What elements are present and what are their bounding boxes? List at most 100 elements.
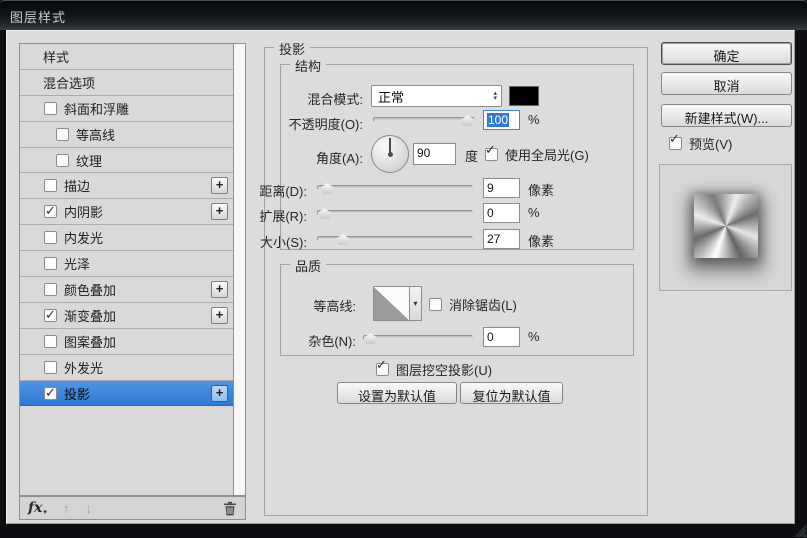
blend-mode-select[interactable]: 正常 ▴ ▾ (371, 85, 502, 107)
spread-slider[interactable] (317, 210, 473, 215)
spread-input[interactable]: 0 (483, 203, 520, 223)
group-title: 结构 (290, 56, 326, 75)
item-label: 斜面和浮雕 (64, 99, 129, 118)
sidebar-item-outer-glow[interactable]: 外发光 (20, 355, 233, 381)
reset-default-button[interactable]: 复位为默认值 (460, 382, 563, 404)
size-slider[interactable] (317, 236, 473, 241)
cancel-button[interactable]: 取消 (661, 72, 792, 95)
size-input[interactable]: 27 (483, 229, 520, 249)
use-global-light-label: 使用全局光(G) (505, 145, 589, 164)
contour-picker[interactable]: ▾ (373, 286, 422, 321)
move-down-icon[interactable]: ↓ (85, 501, 92, 516)
checkbox[interactable] (669, 137, 682, 150)
anti-alias-option[interactable]: 消除锯齿(L) (429, 295, 517, 314)
drop-shadow-group: 投影 结构 混合模式: 正常 ▴ ▾ 不透明度(O): (264, 47, 648, 516)
shadow-color-swatch[interactable] (509, 86, 539, 106)
checkbox[interactable] (44, 309, 57, 322)
spread-label: 扩展(R): (259, 206, 307, 225)
sidebar-item-satin[interactable]: 光泽 (20, 251, 233, 277)
checkbox[interactable] (376, 363, 389, 376)
size-unit: 像素 (528, 231, 554, 250)
delete-effect-icon[interactable] (223, 501, 237, 516)
sidebar-item-stroke[interactable]: 描边 + (20, 173, 233, 199)
checkbox[interactable] (56, 128, 69, 141)
checkbox[interactable] (44, 387, 57, 400)
structure-group: 结构 混合模式: 正常 ▴ ▾ 不透明度(O): 100 (280, 64, 634, 250)
add-instance-button[interactable]: + (211, 385, 228, 402)
checkbox[interactable] (429, 298, 442, 311)
checkbox[interactable] (56, 154, 69, 167)
quality-group: 品质 等高线: ▾ 消除锯齿(L) 杂色(N): 0 % (280, 264, 634, 356)
ok-button[interactable]: 确定 (661, 42, 792, 65)
dialog-title: 图层样式 (10, 7, 66, 26)
checkbox[interactable] (44, 257, 57, 270)
item-label: 描边 (64, 176, 90, 195)
sidebar-item-gradient-overlay[interactable]: 渐变叠加 + (20, 303, 233, 329)
item-label: 外发光 (64, 358, 103, 377)
sidebar-item-styles[interactable]: 样式 (20, 44, 233, 70)
new-style-button[interactable]: 新建样式(W)... (661, 104, 792, 127)
item-label: 纹理 (76, 151, 102, 170)
checkbox[interactable] (44, 205, 57, 218)
fx-menu-caret-icon[interactable]: ▾ (43, 508, 47, 516)
checkbox[interactable] (44, 179, 57, 192)
add-instance-button[interactable]: + (211, 281, 228, 298)
angle-input[interactable]: 90 (413, 143, 456, 165)
sidebar-item-blending-options[interactable]: 混合选项 (20, 70, 233, 96)
checkbox[interactable] (44, 335, 57, 348)
item-label: 内发光 (64, 228, 103, 247)
size-slider-thumb[interactable] (336, 234, 349, 245)
opacity-input[interactable]: 100 (483, 110, 520, 130)
add-instance-button[interactable]: + (211, 203, 228, 220)
contour-dropdown-icon[interactable]: ▾ (410, 286, 422, 321)
sidebar-item-inner-glow[interactable]: 内发光 (20, 225, 233, 251)
opacity-value: 100 (487, 113, 509, 127)
noise-value: 0 (487, 330, 494, 344)
contour-thumbnail[interactable] (373, 286, 410, 321)
make-default-button[interactable]: 设置为默认值 (337, 382, 457, 404)
fx-icon[interactable]: fx (28, 500, 42, 516)
layer-knockout-option[interactable]: 图层挖空投影(U) (376, 360, 492, 379)
opacity-unit: % (528, 112, 540, 127)
sidebar-item-pattern-overlay[interactable]: 图案叠加 (20, 329, 233, 355)
preview-label: 预览(V) (689, 134, 732, 153)
checkbox[interactable] (44, 283, 57, 296)
move-up-icon[interactable]: ↑ (63, 501, 70, 516)
use-global-light-option[interactable]: 使用全局光(G) (485, 145, 589, 164)
title-bar[interactable]: 图层样式 (0, 0, 807, 30)
resize-grip[interactable] (794, 525, 806, 537)
noise-slider-thumb[interactable] (364, 333, 377, 344)
sidebar-item-color-overlay[interactable]: 颜色叠加 + (20, 277, 233, 303)
noise-input[interactable]: 0 (483, 327, 520, 347)
angle-dial[interactable] (371, 135, 409, 173)
sidebar-item-bevel-emboss[interactable]: 斜面和浮雕 (20, 96, 233, 122)
size-label: 大小(S): (260, 232, 307, 251)
angle-value: 90 (417, 146, 430, 160)
sidebar-scrollbar[interactable] (233, 43, 246, 496)
add-instance-button[interactable]: + (211, 307, 228, 324)
sidebar-item-drop-shadow[interactable]: 投影 + (20, 381, 233, 407)
item-label: 等高线 (76, 125, 115, 144)
distance-input[interactable]: 9 (483, 178, 520, 198)
checkbox[interactable] (44, 231, 57, 244)
layer-style-dialog: 图层样式 样式 混合选项 斜面和浮雕 等高线 纹理 (0, 0, 807, 538)
distance-slider[interactable] (317, 185, 473, 190)
checkbox[interactable] (485, 148, 498, 161)
checkbox[interactable] (44, 361, 57, 374)
distance-slider-thumb[interactable] (321, 183, 334, 194)
contour-label: 等高线: (313, 296, 356, 315)
opacity-slider[interactable] (373, 117, 475, 122)
opacity-slider-thumb[interactable] (461, 115, 474, 126)
spread-slider-thumb[interactable] (318, 208, 331, 219)
add-instance-button[interactable]: + (211, 177, 228, 194)
sidebar-item-texture[interactable]: 纹理 (20, 148, 233, 174)
layer-knockout-label: 图层挖空投影(U) (396, 360, 492, 379)
item-label: 内阴影 (64, 202, 103, 221)
sidebar-item-contour[interactable]: 等高线 (20, 122, 233, 148)
checkbox[interactable] (44, 102, 57, 115)
noise-slider[interactable] (363, 335, 473, 340)
sidebar-item-inner-shadow[interactable]: 内阴影 + (20, 199, 233, 225)
spread-unit: % (528, 205, 540, 220)
blend-mode-label: 混合模式: (307, 89, 363, 108)
preview-option[interactable]: 预览(V) (669, 134, 732, 153)
